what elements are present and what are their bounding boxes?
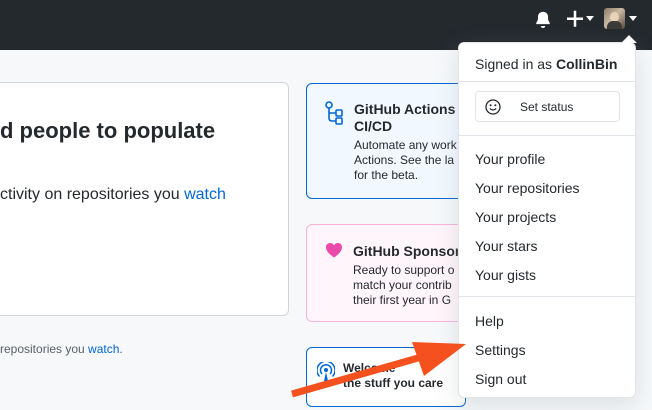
watch-link[interactable]: watch xyxy=(184,186,226,203)
divider xyxy=(459,135,635,136)
set-status-label: Set status xyxy=(520,100,574,114)
footer-watch-link[interactable]: watch xyxy=(88,342,119,356)
card-title: GitHub Actions CI/CD xyxy=(354,101,456,134)
menu-item-help[interactable]: Help xyxy=(475,313,504,329)
menu-item-your-projects[interactable]: Your projects xyxy=(475,209,556,225)
workflow-icon xyxy=(325,101,343,125)
welcome-card[interactable]: Welcome the stuff you care xyxy=(306,347,466,407)
broadcast-icon xyxy=(317,362,335,381)
set-status-button[interactable]: Set status xyxy=(475,91,620,122)
heart-icon xyxy=(326,243,342,258)
bell-icon[interactable] xyxy=(534,10,552,28)
divider xyxy=(459,81,635,82)
chevron-down-icon xyxy=(629,16,637,21)
main-heading: d people to populate xyxy=(0,118,216,143)
chevron-down-icon xyxy=(586,16,594,21)
menu-item-your-gists[interactable]: Your gists xyxy=(475,267,536,283)
card-description: Welcome the stuff you care xyxy=(343,361,444,390)
user-menu-button[interactable] xyxy=(604,8,640,30)
smiley-icon xyxy=(485,99,501,115)
github-sponsors-card[interactable]: GitHub Sponsor Ready to support o match … xyxy=(306,224,466,322)
footer-note: repositories you watch. xyxy=(0,342,123,356)
create-new-button[interactable] xyxy=(566,9,594,29)
main-description: ctivity on repositories you watch xyxy=(0,186,226,203)
avatar xyxy=(604,8,625,29)
menu-item-your-repositories[interactable]: Your repositories xyxy=(475,180,580,196)
username: CollinBin xyxy=(555,56,618,72)
divider xyxy=(459,296,635,297)
card-description: Automate any work Actions. See the la fo… xyxy=(354,138,457,182)
user-dropdown-menu: Signed in as CollinBin Set status Your p… xyxy=(458,35,637,398)
signed-in-label: Signed in as CollinBin xyxy=(475,56,618,72)
card-title: GitHub Sponsor xyxy=(353,243,461,259)
card-description: Ready to support o match your contrib th… xyxy=(353,263,455,307)
menu-item-settings[interactable]: Settings xyxy=(475,342,526,358)
github-actions-card[interactable]: GitHub Actions CI/CD Automate any work A… xyxy=(306,83,466,199)
menu-item-your-stars[interactable]: Your stars xyxy=(475,238,538,254)
menu-item-your-profile[interactable]: Your profile xyxy=(475,151,545,167)
menu-item-sign-out[interactable]: Sign out xyxy=(475,371,526,387)
